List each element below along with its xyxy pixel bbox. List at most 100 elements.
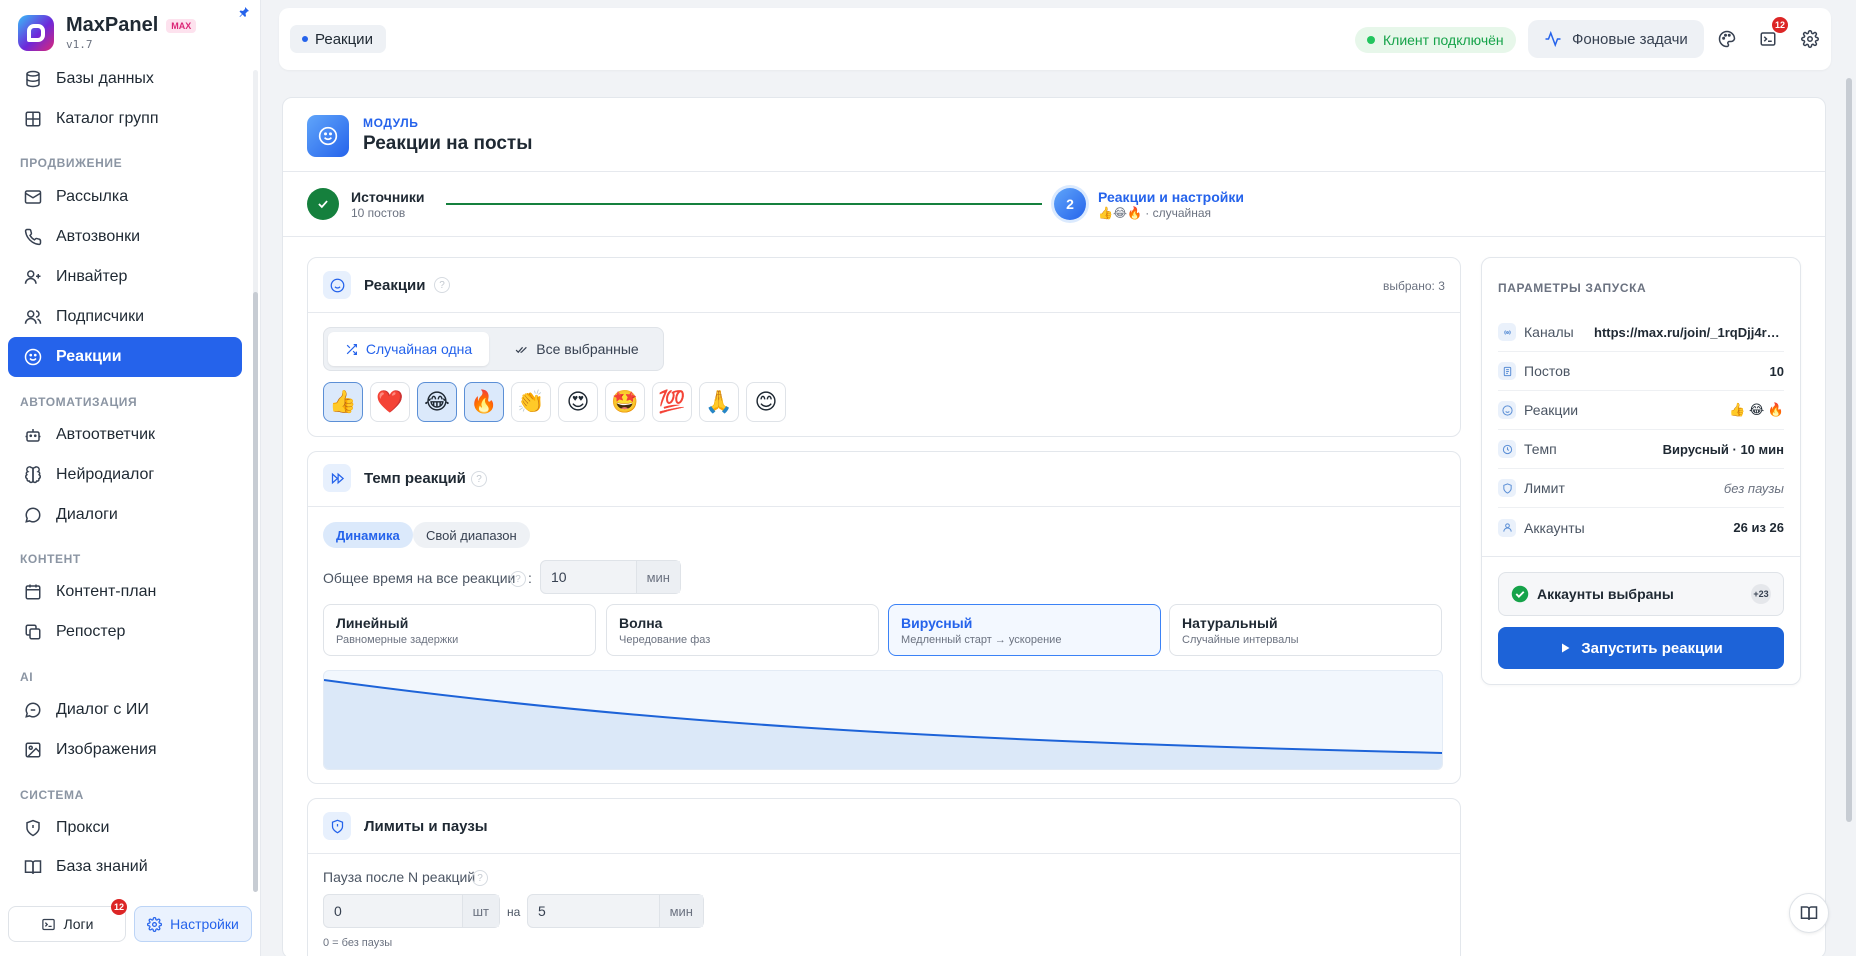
sidebar-item-dialogs[interactable]: Диалоги <box>8 495 242 535</box>
param-value: 10 <box>1769 363 1784 379</box>
tempo-mode-natural[interactable]: Натуральный Случайные интервалы <box>1169 604 1442 656</box>
total-time-input[interactable]: 10 мин <box>540 560 681 594</box>
doc-icon <box>1498 362 1516 380</box>
breadcrumb-dot <box>302 36 308 42</box>
sidebar-item-content-plan[interactable]: Контент-план <box>8 572 242 612</box>
sidebar-item-autocalls[interactable]: Автозвонки <box>8 217 242 257</box>
sidebar-item-label: Базы данных <box>56 70 154 87</box>
step-1-title: Источники <box>351 189 425 205</box>
sidebar-item-reposter[interactable]: Репостер <box>8 612 242 652</box>
sidebar-item-label: Каталог групп <box>56 110 159 127</box>
sidebar-item-label: Реакции <box>56 348 122 365</box>
tempo-mode-viral[interactable]: Вирусный Медленный старт → ускорение <box>888 604 1161 656</box>
emoji-option[interactable]: 🔥 <box>464 382 504 422</box>
tab-dynamics[interactable]: Динамика <box>323 522 413 548</box>
emoji-option[interactable]: 💯 <box>652 382 692 422</box>
help-icon[interactable]: ? <box>472 870 488 886</box>
pause-count-unit: шт <box>461 895 499 927</box>
launch-reactions-button[interactable]: Запустить реакции <box>1498 627 1784 669</box>
help-icon[interactable]: ? <box>510 571 526 587</box>
accounts-selected-button[interactable]: Аккаунты выбраны +23 <box>1498 572 1784 616</box>
bot-icon <box>24 426 42 444</box>
pause-minutes-unit: мин <box>658 895 703 927</box>
main-scrollbar-thumb[interactable] <box>1846 78 1852 822</box>
terminal-icon[interactable] <box>1759 30 1779 50</box>
sidebar-item-knowledge-base[interactable]: База знаний <box>8 847 242 887</box>
param-key: Постов <box>1524 363 1571 379</box>
pause-count-input[interactable]: 0 шт <box>323 894 500 928</box>
emoji-option[interactable]: 🙏 <box>699 382 739 422</box>
sidebar-item-ai-dialog[interactable]: Диалог с ИИ <box>8 690 242 730</box>
sidebar-item-label: Диалог с ИИ <box>56 701 149 718</box>
nav-section-promo: ПРОДВИЖЕНИЕ <box>20 156 123 170</box>
tab-custom-range[interactable]: Свой диапазон <box>413 522 530 548</box>
sidebar-item-subscribers[interactable]: Подписчики <box>8 297 242 337</box>
help-icon[interactable]: ? <box>434 277 450 293</box>
step-2-subtitle: 👍😂🔥 · случайная <box>1098 206 1211 220</box>
emoji-option[interactable]: 🤩 <box>605 382 645 422</box>
param-row-posts: Постов 10 <box>1498 352 1784 391</box>
mail-icon <box>24 188 42 206</box>
emoji-option[interactable]: 😊 <box>746 382 786 422</box>
pause-minutes-input[interactable]: 5 мин <box>527 894 704 928</box>
book-icon <box>24 858 42 876</box>
sidebar-item-inviter[interactable]: Инвайтер <box>8 257 242 297</box>
emoji-option[interactable]: 👍 <box>323 382 363 422</box>
step-2-current[interactable]: 2 <box>1054 188 1086 220</box>
breadcrumb[interactable]: Реакции <box>290 25 386 53</box>
sidebar-item-databases[interactable]: Базы данных <box>8 59 242 99</box>
emoji-option[interactable]: 😍 <box>558 382 598 422</box>
param-value: 26 из 26 <box>1733 520 1784 535</box>
sidebar-item-proxy[interactable]: Прокси <box>8 808 242 848</box>
connection-status-label: Клиент подключён <box>1383 32 1504 48</box>
sidebar-item-label: Диалоги <box>56 506 118 523</box>
help-icon[interactable]: ? <box>471 471 487 487</box>
chat-icon <box>24 506 42 524</box>
calendar-icon <box>24 583 42 601</box>
smile-icon <box>323 271 351 299</box>
sidebar-item-images[interactable]: Изображения <box>8 730 242 770</box>
step-1-done[interactable] <box>307 188 339 220</box>
breadcrumb-label: Реакции <box>315 30 373 48</box>
pause-on-label: на <box>507 905 521 919</box>
settings-button[interactable]: Настройки <box>134 906 252 942</box>
mode-all-selected-button[interactable]: Все выбранные <box>494 332 660 366</box>
palette-icon[interactable] <box>1718 30 1738 50</box>
sidebar-item-label: Инвайтер <box>56 268 128 285</box>
docs-book-button[interactable] <box>1789 893 1829 933</box>
sidebar-item-group-catalog[interactable]: Каталог групп <box>8 99 242 139</box>
brand[interactable]: MaxPanel MAX v1.7 <box>18 14 197 51</box>
reaction-mode-toggle: Случайная одна Все выбранные <box>323 327 664 371</box>
tempo-section-title: Темп реакций <box>364 470 466 487</box>
status-dot <box>1367 36 1375 44</box>
sidebar-item-neurodialog[interactable]: Нейродиалог <box>8 455 242 495</box>
check-circle-icon <box>1511 585 1529 603</box>
step-1-subtitle: 10 постов <box>351 206 406 220</box>
app-logo-icon <box>18 14 54 51</box>
tempo-mode-linear[interactable]: Линейный Равномерные задержки <box>323 604 596 656</box>
brain-icon <box>24 466 42 484</box>
sidebar-scrollbar-thumb[interactable] <box>253 292 258 892</box>
mode-random-one-button[interactable]: Случайная одна <box>328 332 489 366</box>
emoji-option[interactable]: 👏 <box>511 382 551 422</box>
emoji-option[interactable]: 😂 <box>417 382 457 422</box>
sidebar-item-autoresponder[interactable]: Автоответчик <box>8 415 242 455</box>
tempo-mode-wave[interactable]: Волна Чередование фаз <box>606 604 879 656</box>
param-key: Реакции <box>1524 402 1579 418</box>
divider <box>283 171 1825 172</box>
sidebar-item-reactions[interactable]: Реакции <box>8 337 242 377</box>
connection-status-badge: Клиент подключён <box>1355 27 1516 53</box>
user-icon <box>1498 518 1516 537</box>
emoji-option[interactable]: ❤️ <box>370 382 410 422</box>
mode-title: Натуральный <box>1182 615 1278 631</box>
mode-random-one-label: Случайная одна <box>365 341 473 357</box>
accounts-selected-label: Аккаунты выбраны <box>1537 586 1674 602</box>
divider <box>308 312 1460 313</box>
background-tasks-button[interactable]: Фоновые задачи <box>1528 20 1704 58</box>
reactions-selected-count: выбрано: 3 <box>1383 279 1445 293</box>
gear-icon[interactable] <box>1801 30 1821 50</box>
users-icon <box>24 308 42 326</box>
sidebar-item-mailing[interactable]: Рассылка <box>8 177 242 217</box>
logs-button[interactable]: Логи 12 <box>8 899 127 942</box>
pin-icon[interactable] <box>238 6 250 18</box>
